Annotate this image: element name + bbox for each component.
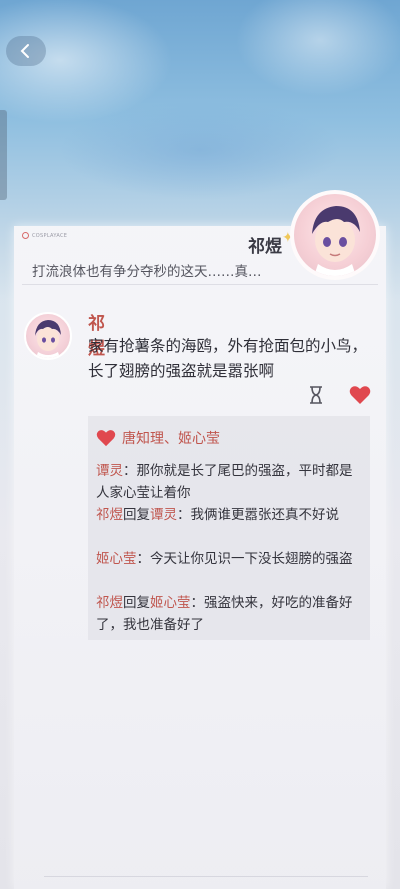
comment-item[interactable]: 谭灵：那你就是长了尾巴的强盗，平时都是人家心莹让着你 <box>96 460 364 504</box>
likes-row: 唐知理、姬心莹 <box>96 428 220 448</box>
comment-separator: ： <box>136 551 151 567</box>
divider <box>44 876 368 877</box>
chevron-left-icon <box>20 44 29 58</box>
comment-item[interactable]: 祁煜回复姬心莹：强盗快来，好吃的准备好了，我也准备好了 <box>96 592 364 636</box>
reply-word: 回复 <box>123 595 150 611</box>
like-button[interactable] <box>349 385 371 409</box>
back-button[interactable] <box>6 36 46 66</box>
reply-target[interactable]: 姬心莹 <box>150 595 191 611</box>
comment-text: 今天让你见识一下没长翅膀的强盗 <box>150 551 353 567</box>
character-portrait-icon <box>35 320 61 358</box>
comment-item[interactable]: 祁煜回复谭灵：我俩谁更嚣张还真不好说 <box>96 504 364 526</box>
comment-item[interactable]: 姬心莹：今天让你见识一下没长翅膀的强盗 <box>96 548 364 570</box>
reply-word: 回复 <box>123 507 150 523</box>
character-portrait-icon <box>312 206 360 276</box>
side-handle[interactable] <box>0 110 7 200</box>
author-avatar[interactable] <box>24 312 72 360</box>
logo-icon <box>22 232 29 239</box>
comment-separator: ： <box>190 595 205 611</box>
divider <box>22 284 378 285</box>
likes-names[interactable]: 唐知理、姬心莹 <box>122 428 220 448</box>
header-status: 打流浪体也有争分夺秒的这天……真… <box>32 264 262 280</box>
brand-text: COSPLAYACE <box>32 232 68 239</box>
hourglass-button[interactable] <box>308 386 324 408</box>
comment-separator: ： <box>123 463 137 479</box>
comment-user[interactable]: 祁煜 <box>96 507 123 523</box>
comment-section: 唐知理、姬心莹 谭灵：那你就是长了尾巴的强盗，平时都是人家心莹让着你 祁煜回复谭… <box>88 416 370 640</box>
comment-text: 我俩谁更嚣张还真不好说 <box>190 507 340 523</box>
hourglass-icon <box>310 386 322 404</box>
brand-logo: COSPLAYACE <box>22 232 67 239</box>
comment-separator: ： <box>177 507 191 523</box>
comment-user[interactable]: 谭灵 <box>96 463 123 479</box>
post-text: 家有抢薯条的海鸥，外有抢面包的小鸟，长了翅膀的强盗就是嚣张啊 <box>88 337 368 380</box>
header-name: 祁煜 <box>248 237 282 257</box>
profile-avatar[interactable] <box>290 190 380 280</box>
reply-target[interactable]: 谭灵 <box>150 507 177 523</box>
heart-icon <box>349 386 371 404</box>
comment-user[interactable]: 姬心莹 <box>96 551 137 567</box>
heart-icon <box>96 430 116 447</box>
comment-user[interactable]: 祁煜 <box>96 595 123 611</box>
